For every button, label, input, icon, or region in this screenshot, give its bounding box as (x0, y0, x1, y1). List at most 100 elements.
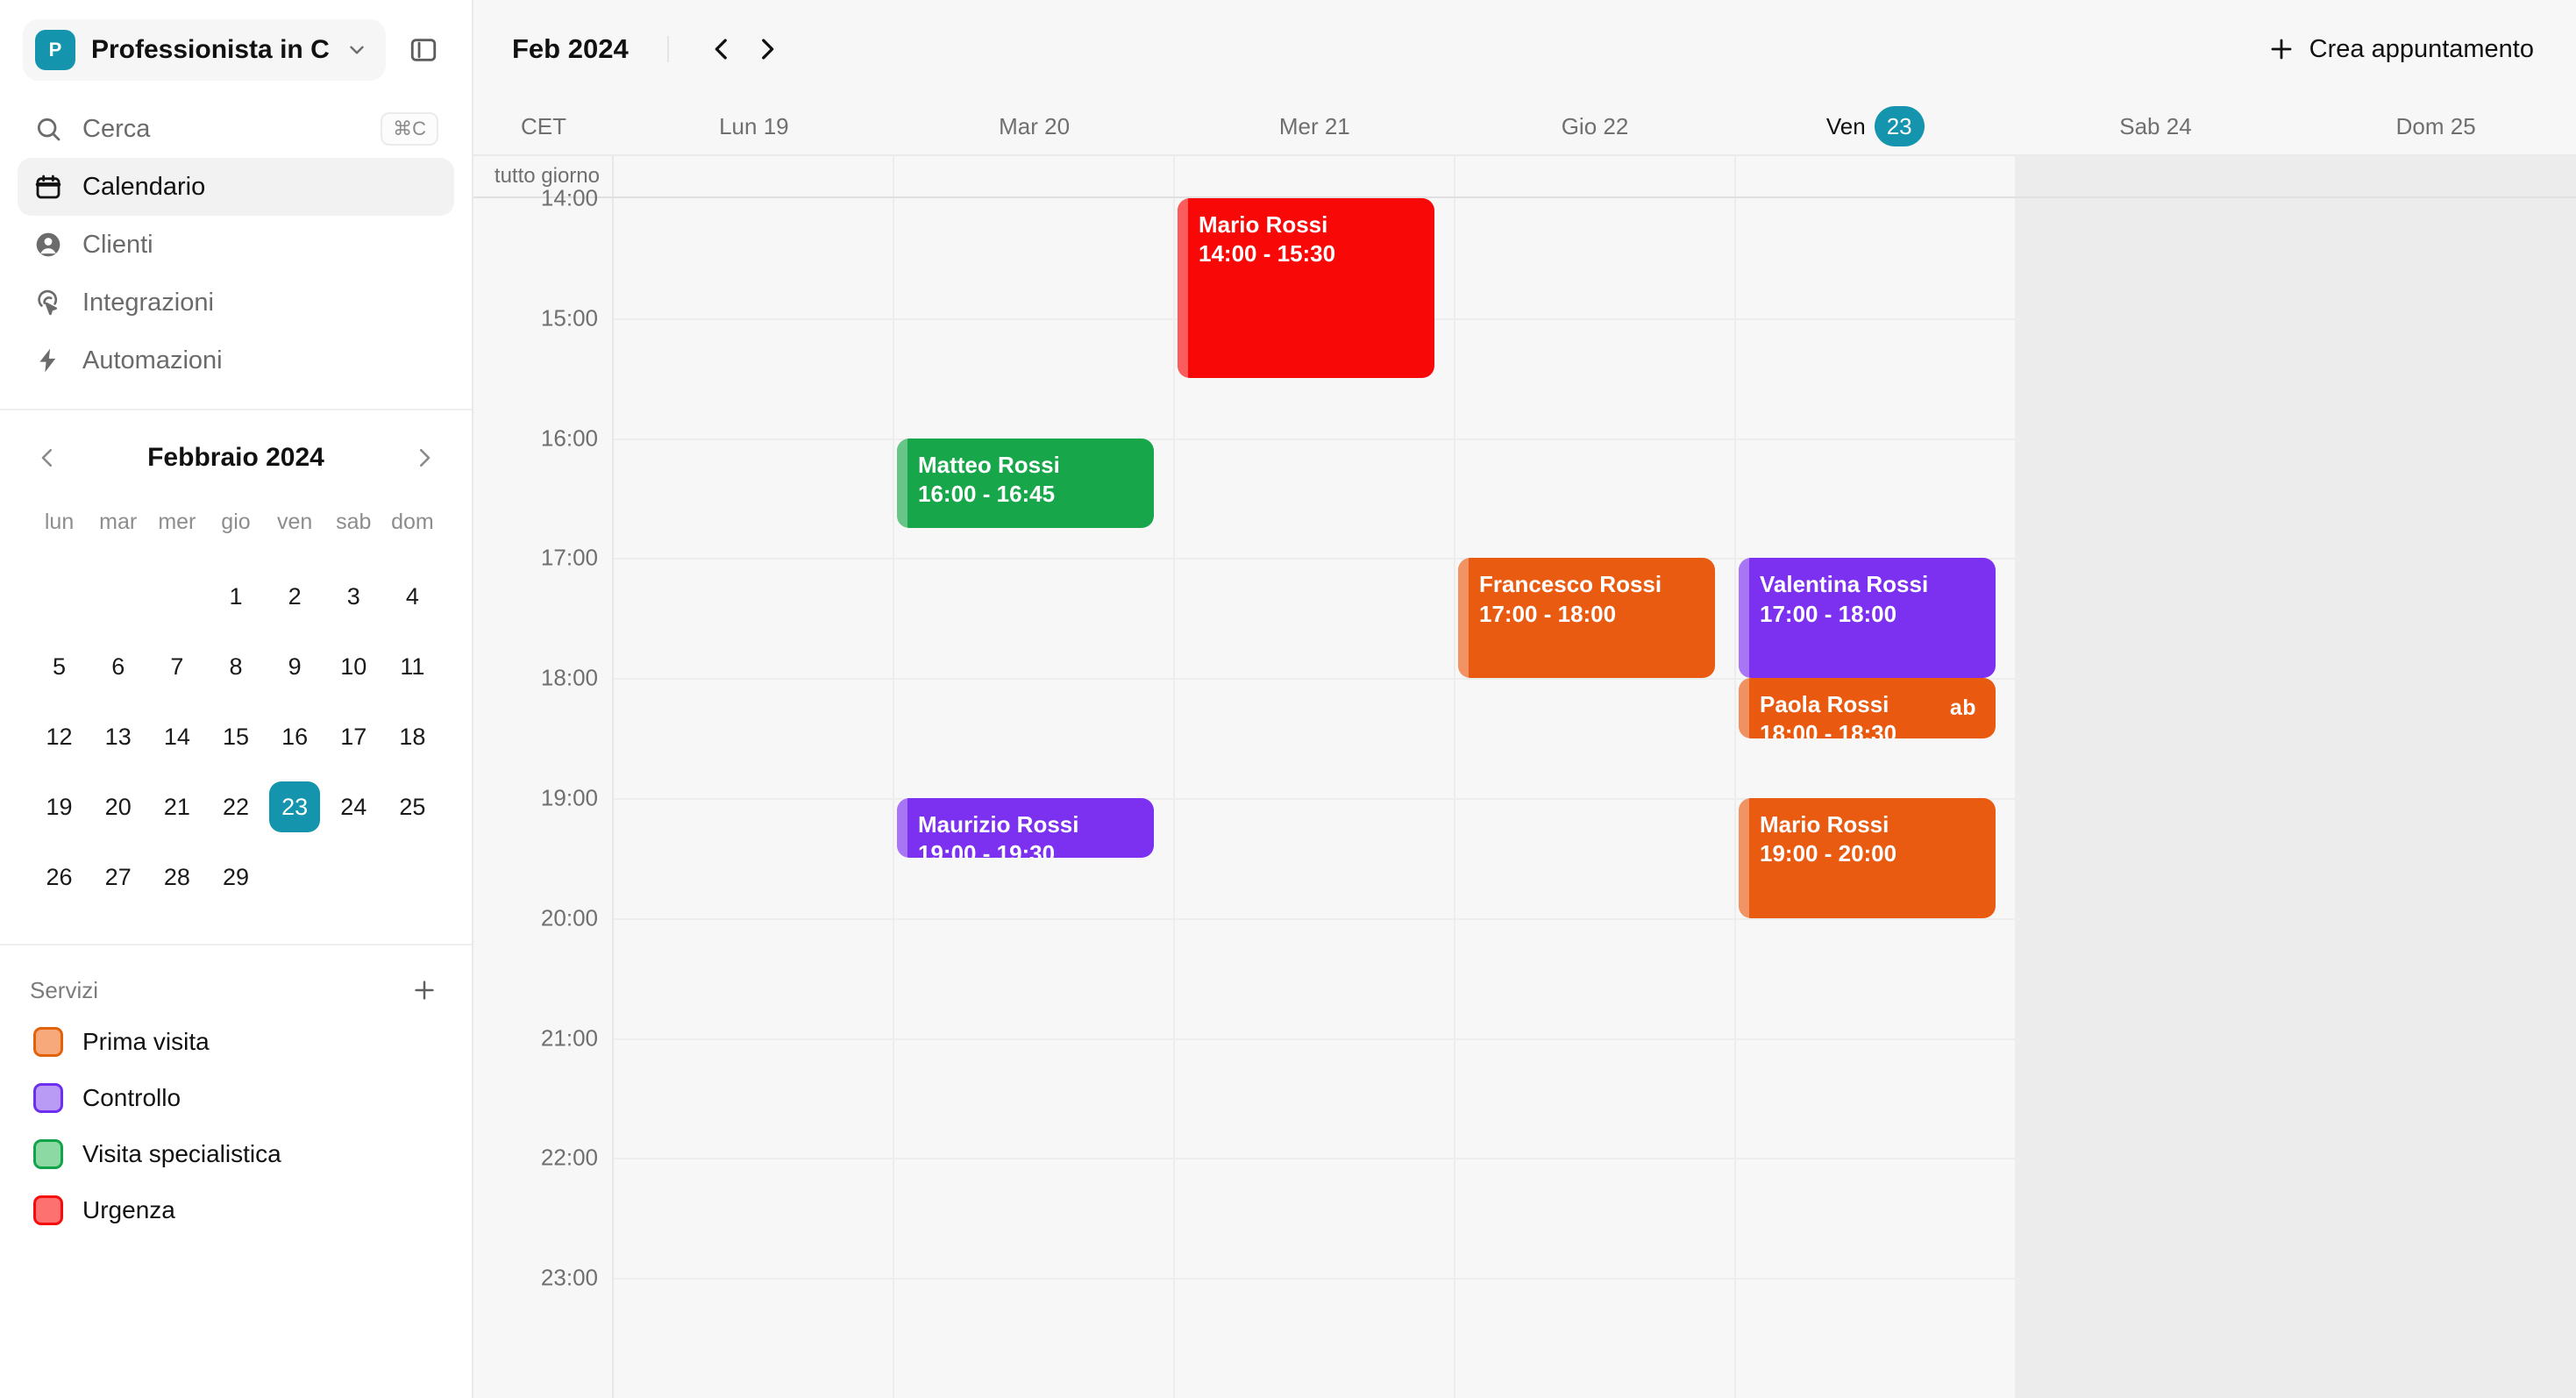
mini-calendar-day[interactable]: 3 (324, 561, 383, 631)
calendar-event[interactable]: Paola Rossi 18:00 - 18:30 ab (1739, 678, 1996, 738)
day-column-mer[interactable]: Mario Rossi 14:00 - 15:30 (1175, 198, 1455, 1398)
service-item[interactable]: Urgenza (30, 1182, 442, 1238)
mini-calendar-day-number: 22 (222, 793, 249, 820)
service-item[interactable]: Prima visita (30, 1014, 442, 1070)
sidebar-item-clienti[interactable]: Clienti (18, 216, 454, 274)
mini-calendar-day[interactable]: 18 (383, 702, 442, 772)
event-badge: ab (1949, 695, 1976, 721)
calendar-event[interactable]: Matteo Rossi 16:00 - 16:45 (897, 438, 1154, 529)
services-header: Servizi (30, 966, 442, 1014)
day-header-mar[interactable]: Mar 20 (894, 98, 1175, 154)
mini-calendar-day[interactable]: 6 (89, 631, 147, 702)
mini-calendar-day-number: 27 (104, 863, 132, 890)
mini-calendar-day[interactable]: 10 (324, 631, 383, 702)
plus-icon[interactable] (407, 973, 442, 1008)
mini-calendar-day[interactable]: 5 (30, 631, 89, 702)
chevron-right-icon[interactable] (407, 440, 442, 475)
day-column-ven[interactable]: Valentina Rossi 17:00 - 18:00 Paola Rossi 1… (1736, 198, 2017, 1398)
mini-calendar-day[interactable]: 9 (266, 631, 324, 702)
sidebar-item-label: Integrazioni (82, 288, 214, 317)
day-header-mer[interactable]: Mer 21 (1174, 98, 1455, 154)
day-column-mar[interactable]: Matteo Rossi 16:00 - 16:45 Maurizio Rossi 1… (894, 198, 1175, 1398)
mini-calendar-day[interactable]: 2 (266, 561, 324, 631)
hour-gridline (1455, 917, 1734, 920)
mini-calendar-day[interactable]: 1 (206, 561, 265, 631)
search-shortcut: ⌘C (381, 112, 438, 146)
hour-gridline (1736, 1278, 2015, 1280)
mini-calendar-day-selected[interactable]: 23 (266, 772, 324, 842)
mini-calendar-day-number: 8 (229, 653, 243, 680)
mini-calendar-day[interactable]: 11 (383, 631, 442, 702)
sidebar-panel-icon[interactable] (403, 30, 444, 70)
all-day-cell[interactable] (1736, 156, 2017, 196)
mini-calendar-day[interactable]: 25 (383, 772, 442, 842)
hour-gridline (614, 438, 893, 440)
mini-calendar-day-number: 4 (405, 582, 419, 610)
search-label: Cerca (82, 114, 151, 143)
day-column-sab[interactable] (2017, 198, 2297, 1398)
mini-calendar-day[interactable]: 26 (30, 842, 89, 912)
mini-calendar-day[interactable]: 8 (206, 631, 265, 702)
mini-calendar-day[interactable]: 21 (147, 772, 206, 842)
service-color-swatch (33, 1139, 63, 1169)
calendar-event[interactable]: Mario Rossi 19:00 - 20:00 (1739, 798, 1996, 918)
service-item[interactable]: Controllo (30, 1070, 442, 1126)
workspace-switcher[interactable]: P Professionista in C (23, 19, 386, 81)
mini-calendar-day[interactable]: 29 (206, 842, 265, 912)
hour-gridline (1736, 1158, 2015, 1160)
next-week-button[interactable] (744, 26, 790, 72)
service-item[interactable]: Visita specialistica (30, 1126, 442, 1182)
all-day-cell[interactable] (1455, 156, 1736, 196)
mini-calendar-day[interactable]: 14 (147, 702, 206, 772)
calendar-event[interactable]: Valentina Rossi 17:00 - 18:00 (1739, 558, 1996, 679)
event-color-edge (1458, 558, 1469, 679)
mini-calendar-day-number: 15 (222, 723, 249, 750)
all-day-cell[interactable] (2297, 156, 2576, 196)
mini-calendar-day[interactable]: 19 (30, 772, 89, 842)
mini-calendar-day[interactable]: 4 (383, 561, 442, 631)
day-header-sab[interactable]: Sab 24 (2016, 98, 2296, 154)
sidebar-item-calendario[interactable]: Calendario (18, 158, 454, 216)
calendar-event[interactable]: Mario Rossi 14:00 - 15:30 (1178, 198, 1434, 379)
day-column-gio[interactable]: Francesco Rossi 17:00 - 18:00 (1455, 198, 1736, 1398)
day-column-lun[interactable] (614, 198, 894, 1398)
mini-calendar-day[interactable]: 24 (324, 772, 383, 842)
create-appointment-button[interactable]: Crea appuntamento (2255, 26, 2546, 73)
plus-icon (2271, 39, 2292, 60)
mini-calendar-day[interactable]: 12 (30, 702, 89, 772)
mini-calendar-day[interactable]: 16 (266, 702, 324, 772)
day-header-ven[interactable]: Ven 23 (1735, 98, 2016, 154)
day-header-dom[interactable]: Dom 25 (2295, 98, 2576, 154)
calendar-event[interactable]: Francesco Rossi 17:00 - 18:00 (1458, 558, 1715, 679)
hour-gridline (894, 917, 1173, 920)
event-time: 14:00 - 15:30 (1199, 240, 1336, 267)
mini-calendar-day[interactable]: 15 (206, 702, 265, 772)
sidebar-item-automazioni[interactable]: Automazioni (18, 332, 454, 389)
calendar-event[interactable]: Maurizio Rossi 19:00 - 19:30 (897, 798, 1154, 859)
prev-week-button[interactable] (699, 26, 744, 72)
mini-calendar-day[interactable]: 28 (147, 842, 206, 912)
all-day-cell[interactable] (614, 156, 894, 196)
hour-gridline (1455, 678, 1734, 681)
mini-calendar-day[interactable]: 27 (89, 842, 147, 912)
all-day-cell[interactable] (894, 156, 1175, 196)
mini-calendar-day[interactable]: 17 (324, 702, 383, 772)
mini-calendar-day[interactable]: 13 (89, 702, 147, 772)
mini-calendar-day[interactable]: 22 (206, 772, 265, 842)
search-input[interactable]: Cerca ⌘C (18, 100, 454, 158)
day-header-gio[interactable]: Gio 22 (1455, 98, 1735, 154)
day-column-dom[interactable] (2297, 198, 2576, 1398)
chevron-left-icon[interactable] (30, 440, 65, 475)
mini-calendar-empty-cell (147, 561, 206, 631)
calendar-icon (33, 172, 63, 202)
mini-calendar-day[interactable]: 7 (147, 631, 206, 702)
hour-gridline (1455, 1158, 1734, 1160)
all-day-cell[interactable] (1175, 156, 1455, 196)
user-icon (33, 230, 63, 260)
day-header-lun[interactable]: Lun 19 (614, 98, 894, 154)
sidebar-item-integrazioni[interactable]: Integrazioni (18, 274, 454, 332)
hour-gridline (894, 678, 1173, 681)
all-day-cell[interactable] (2017, 156, 2297, 196)
mini-calendar-day-number: 20 (104, 793, 132, 820)
mini-calendar-day[interactable]: 20 (89, 772, 147, 842)
